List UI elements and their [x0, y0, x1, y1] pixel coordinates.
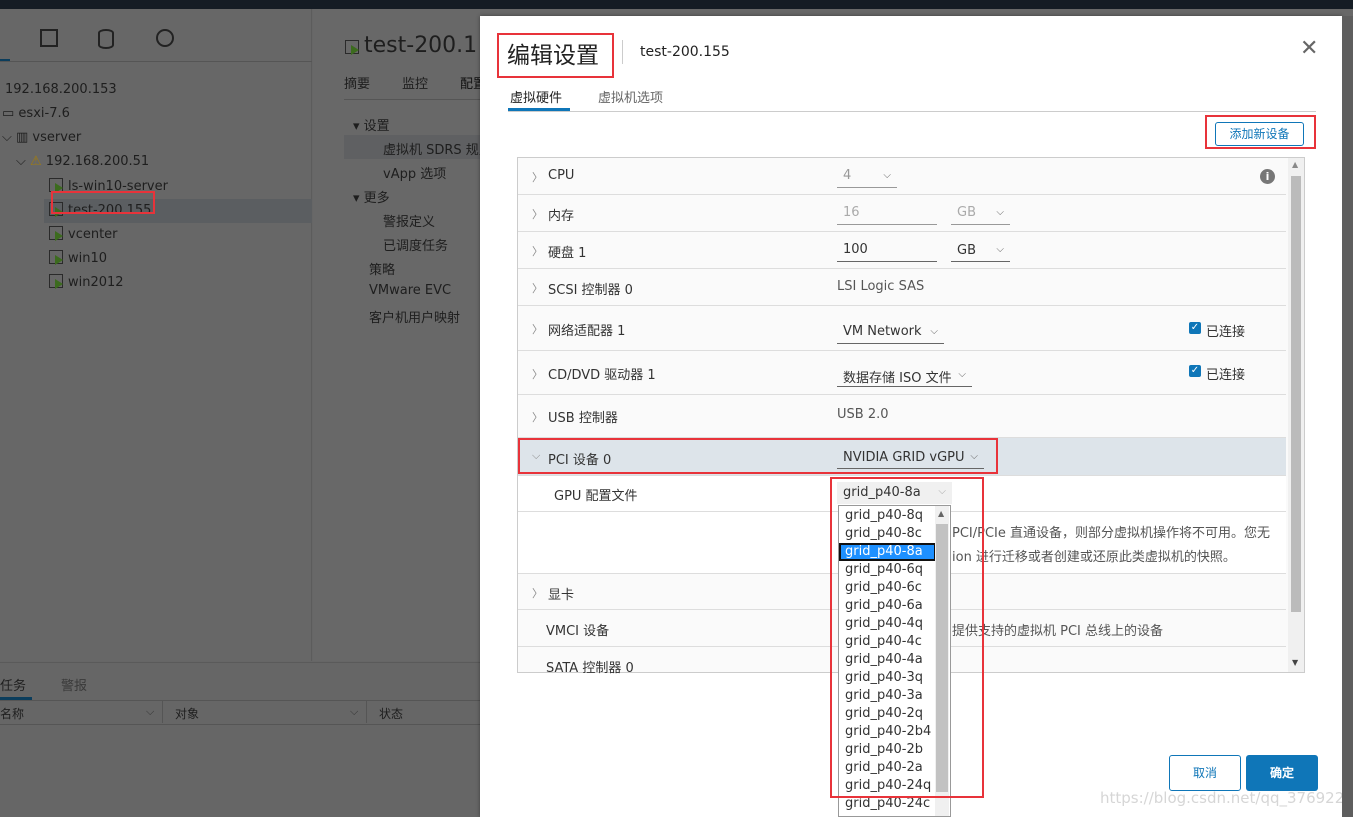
gpu-option[interactable]: grid_p40-8c	[839, 525, 936, 543]
cancel-button[interactable]: 取消	[1169, 755, 1241, 791]
tree-vm[interactable]: ls-win10-server	[49, 178, 168, 194]
pci-note-line2: ion 进行迁移或者创建或还原此类虚拟机的快照。	[952, 550, 1236, 565]
column-name[interactable]: 名称	[0, 705, 24, 722]
column-object[interactable]: 对象	[175, 705, 199, 722]
gpu-profile-select[interactable]: grid_p40-8a ⌵	[837, 482, 952, 504]
vm-icon	[49, 274, 63, 289]
network-icon[interactable]	[156, 29, 174, 47]
nav-guest-mapping[interactable]: 客户机用户映射	[369, 307, 460, 326]
nav-policies[interactable]: 策略	[369, 259, 395, 278]
gpu-option[interactable]: grid_p40-24c	[839, 795, 936, 813]
hardware-scrollbar[interactable]: ▲ ▼	[1288, 158, 1304, 672]
memory-unit-select[interactable]: GB ⌵	[951, 203, 1010, 225]
gpu-option[interactable]: grid_p40-2b	[839, 741, 936, 759]
watermark: https://blog.csdn.net/qq_37692227	[1100, 789, 1353, 807]
cdrom-connected-label: 已连接	[1206, 368, 1246, 383]
tree-host-51[interactable]: ⌵ ⚠ 192.168.200.51	[16, 154, 149, 169]
tree-host-153[interactable]: 192.168.200.153	[5, 82, 117, 97]
chevron-down-icon[interactable]: ⌵	[350, 705, 358, 719]
ok-button[interactable]: 确定	[1246, 755, 1318, 791]
inventory-sidebar: 192.168.200.153 ▭ esxi-7.6 ⌵ ▥ vserver ⌵…	[0, 9, 312, 661]
gpu-option[interactable]: grid_p40-8q	[839, 507, 936, 525]
tab-monitor[interactable]: 监控	[402, 73, 428, 92]
chevron-down-icon[interactable]: ⌵	[146, 705, 154, 719]
vmci-note: 提供支持的虚拟机 PCI 总线上的设备	[952, 624, 1164, 639]
gpu-option[interactable]: grid_p40-24q	[839, 777, 936, 795]
tree-datacenter-vserver[interactable]: ⌵ ▥ vserver	[2, 130, 81, 145]
chevron-down-icon[interactable]: ⌵	[16, 154, 30, 169]
memory-input[interactable]: 16	[837, 203, 937, 225]
pci-device-select[interactable]: NVIDIA GRID vGPU ⌵	[837, 446, 984, 469]
vm-icon	[49, 226, 63, 241]
nav-evc[interactable]: VMware EVC	[369, 283, 451, 298]
row-cpu[interactable]: 〉 CPU	[518, 158, 1286, 195]
tab-alarms[interactable]: 警报	[61, 675, 87, 694]
gpu-option[interactable]: grid_p40-6a	[839, 597, 936, 615]
gpu-option[interactable]: grid_p40-4a	[839, 651, 936, 669]
tree-vm[interactable]: vcenter	[49, 226, 118, 242]
cdrom-connected-checkbox[interactable]: ✓	[1189, 365, 1201, 377]
scrollbar-thumb[interactable]	[936, 524, 948, 792]
gpu-option[interactable]: grid_p40-2b4	[839, 723, 936, 741]
dropdown-scrollbar[interactable]: ▲	[935, 506, 949, 816]
cpu-select[interactable]: 4 ⌵	[837, 166, 897, 188]
scsi-value: LSI Logic SAS	[837, 279, 925, 294]
gpu-option[interactable]: grid_p40-3q	[839, 669, 936, 687]
datacenter-icon: ▥	[16, 130, 33, 145]
scrollbar-thumb[interactable]	[1291, 176, 1301, 612]
tab-vm-options[interactable]: 虚拟机选项	[598, 87, 663, 106]
nav-alarms[interactable]: 警报定义	[383, 211, 435, 230]
gpu-option[interactable]: grid_p40-4c	[839, 633, 936, 651]
gpu-option[interactable]: grid_p40-4q	[839, 615, 936, 633]
gpu-option[interactable]: grid_p40-3a	[839, 687, 936, 705]
host-warning-icon: ⚠	[30, 154, 46, 169]
info-icon[interactable]: i	[1260, 169, 1275, 184]
vm-icon	[49, 178, 63, 193]
nav-scheduled[interactable]: 已调度任务	[383, 235, 448, 254]
tab-virtual-hardware[interactable]: 虚拟硬件	[510, 87, 562, 106]
vm-icon	[345, 40, 359, 55]
dialog-vm-name: test-200.155	[640, 44, 730, 60]
top-bar	[0, 0, 1353, 9]
tree-vm-selected[interactable]: test-200.155	[49, 202, 151, 218]
nav-settings[interactable]: ▾ 设置	[353, 115, 390, 134]
chevron-right-icon: 〉	[532, 171, 543, 184]
nav-more[interactable]: ▾ 更多	[353, 187, 390, 206]
gpu-option[interactable]: grid_p40-6c	[839, 579, 936, 597]
usb-value: USB 2.0	[837, 407, 889, 422]
vm-icon	[49, 250, 63, 265]
disk-unit-select[interactable]: GB ⌵	[951, 240, 1010, 262]
gpu-option[interactable]: grid_p40-8a	[839, 543, 936, 561]
row-usb[interactable]: 〉 USB 控制器	[518, 395, 1286, 438]
gpu-profile-dropdown[interactable]: grid_p40-8q grid_p40-8c grid_p40-8a grid_p4…	[838, 505, 951, 817]
vm-title: test-200.1	[364, 33, 478, 58]
pci-note-line1: PCI/PCIe 直通设备，则部分虚拟机操作将不可用。您无	[952, 526, 1271, 541]
tab-summary[interactable]: 摘要	[344, 73, 370, 92]
nav-vapp[interactable]: vApp 选项	[383, 163, 446, 182]
tree-vm[interactable]: win2012	[49, 274, 124, 290]
dialog-title: 编辑设置	[507, 43, 599, 69]
network-connected-checkbox[interactable]: ✓	[1189, 322, 1201, 334]
vm-icon	[49, 202, 63, 217]
close-icon[interactable]: ✕	[1300, 38, 1318, 60]
gpu-option[interactable]: grid_p40-2q	[839, 705, 936, 723]
tree-vm[interactable]: win10	[49, 250, 107, 266]
cdrom-select[interactable]: 数据存储 ISO 文件 ⌵	[837, 364, 972, 387]
disk-size-input[interactable]: 100	[837, 240, 937, 262]
gpu-option[interactable]: grid_p40-6q	[839, 561, 936, 579]
network-select[interactable]: VM Network ⌵	[837, 321, 944, 344]
chevron-down-icon[interactable]: ⌵	[2, 130, 16, 145]
tab-tasks[interactable]: 任务	[0, 675, 26, 694]
storage-icon[interactable]	[98, 29, 114, 49]
gpu-option[interactable]: grid_p40-2a	[839, 759, 936, 777]
column-status[interactable]: 状态	[379, 705, 403, 722]
tree-folder-esxi[interactable]: ▭ esxi-7.6	[2, 106, 70, 121]
vms-templates-icon[interactable]	[40, 29, 58, 47]
nav-sdrs[interactable]: 虚拟机 SDRS 规则	[383, 139, 492, 158]
network-connected-label: 已连接	[1206, 325, 1246, 340]
folder-icon: ▭	[2, 106, 19, 121]
add-new-device-button[interactable]: 添加新设备	[1215, 122, 1304, 146]
